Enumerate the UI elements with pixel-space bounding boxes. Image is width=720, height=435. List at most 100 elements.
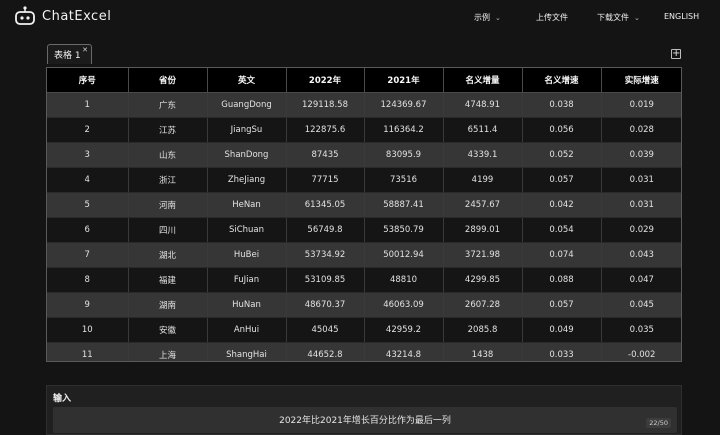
language-switch[interactable]: ENGLISH [664,12,699,21]
table-cell[interactable]: 0.057 [522,167,602,193]
table-cell[interactable]: 45045 [286,317,365,343]
table-cell[interactable]: 53109.85 [286,267,365,293]
table-cell[interactable]: 4339.1 [443,142,523,168]
table-cell[interactable]: 0.039 [601,142,681,168]
table-cell[interactable]: 福建 [128,267,208,293]
table-cell[interactable]: 122875.6 [286,117,365,143]
table-cell[interactable]: 4199 [443,167,523,193]
table-cell[interactable]: 湖南 [128,292,208,318]
prompt-input[interactable]: 2022年比2021年增长百分比作为最后一列 22/50 [53,407,677,433]
table-cell[interactable]: 9 [47,292,129,318]
table-cell[interactable]: 77715 [286,167,365,193]
table-cell[interactable]: 0.088 [522,267,602,293]
table-cell[interactable]: 4299.85 [443,267,523,293]
table-cell[interactable]: HuNan [207,292,287,318]
table-cell[interactable]: 湖北 [128,242,208,268]
table-cell[interactable]: AnHui [207,317,287,343]
table-cell[interactable]: 46063.09 [364,292,444,318]
table-cell[interactable]: 0.031 [601,167,681,193]
table-cell[interactable]: 1438 [443,342,523,361]
table-cell[interactable]: 安徽 [128,317,208,343]
table-cell[interactable]: 4 [47,167,129,193]
table-cell[interactable]: 56749.8 [286,217,365,243]
table-cell[interactable]: 山东 [128,142,208,168]
table-cell[interactable]: 10 [47,317,129,343]
table-cell[interactable]: 2899.01 [443,217,523,243]
column-header[interactable]: 2021年 [364,68,444,93]
table-cell[interactable]: 0.033 [522,342,602,361]
table-cell[interactable]: 129118.58 [286,92,365,118]
table-cell[interactable]: 广东 [128,92,208,118]
table-cell[interactable]: 0.047 [601,267,681,293]
add-tab-icon[interactable]: + [671,49,681,59]
table-cell[interactable]: 5 [47,192,129,218]
table-cell[interactable]: FuJian [207,267,287,293]
table-cell[interactable]: 0.049 [522,317,602,343]
table-cell[interactable]: 83095.9 [364,142,444,168]
table-cell[interactable]: ShangHai [207,342,287,361]
table-cell[interactable]: 87435 [286,142,365,168]
table-cell[interactable]: 0.031 [601,192,681,218]
table-cell[interactable]: ZheJiang [207,167,287,193]
table-cell[interactable]: 58887.41 [364,192,444,218]
table-cell[interactable]: 四川 [128,217,208,243]
table-cell[interactable]: 8 [47,267,129,293]
table-cell[interactable]: 0.038 [522,92,602,118]
table-cell[interactable]: 江苏 [128,117,208,143]
table-cell[interactable]: 3721.98 [443,242,523,268]
table-cell[interactable]: 73516 [364,167,444,193]
table-cell[interactable]: 61345.05 [286,192,365,218]
table-cell[interactable]: 3 [47,142,129,168]
nav-download-menu[interactable]: 下载文件 ⌄ [597,12,640,23]
table-cell[interactable]: 43214.8 [364,342,444,361]
column-header[interactable]: 省份 [128,68,208,93]
table-cell[interactable]: 0.019 [601,92,681,118]
table-cell[interactable]: GuangDong [207,92,287,118]
nav-example-menu[interactable]: 示例 ⌄ [474,12,501,23]
table-cell[interactable]: 0.052 [522,142,602,168]
close-icon[interactable]: ✕ [82,46,88,54]
column-header[interactable]: 2022年 [286,68,365,93]
table-cell[interactable]: 6 [47,217,129,243]
table-cell[interactable]: 0.035 [601,317,681,343]
table-cell[interactable]: 1 [47,92,129,118]
table-cell[interactable]: 50012.94 [364,242,444,268]
table-cell[interactable]: 7 [47,242,129,268]
table-cell[interactable]: -0.002 [601,342,681,361]
table-cell[interactable]: 上海 [128,342,208,361]
column-header[interactable]: 名义增量 [443,68,523,93]
table-cell[interactable]: 42959.2 [364,317,444,343]
table-cell[interactable]: JiangSu [207,117,287,143]
table-cell[interactable]: 0.029 [601,217,681,243]
table-cell[interactable]: 2085.8 [443,317,523,343]
table-cell[interactable]: ShanDong [207,142,287,168]
table-cell[interactable]: 0.028 [601,117,681,143]
table-cell[interactable]: 0.057 [522,292,602,318]
table-cell[interactable]: 116364.2 [364,117,444,143]
column-header[interactable]: 实际增速 [601,68,681,93]
table-cell[interactable]: 11 [47,342,129,361]
table-cell[interactable]: 河南 [128,192,208,218]
nav-upload-file[interactable]: 上传文件 [536,12,568,23]
table-cell[interactable]: 浙江 [128,167,208,193]
table-cell[interactable]: 48670.37 [286,292,365,318]
table-cell[interactable]: 0.056 [522,117,602,143]
table-cell[interactable]: 0.074 [522,242,602,268]
table-cell[interactable]: HuBei [207,242,287,268]
column-header[interactable]: 英文 [207,68,287,93]
column-header[interactable]: 序号 [47,68,129,93]
table-cell[interactable]: SiChuan [207,217,287,243]
table-cell[interactable]: 44652.8 [286,342,365,361]
column-header[interactable]: 名义增速 [522,68,602,93]
table-cell[interactable]: 48810 [364,267,444,293]
app-logo[interactable]: ChatExcel [14,6,111,26]
table-cell[interactable]: 53850.79 [364,217,444,243]
table-cell[interactable]: 6511.4 [443,117,523,143]
table-cell[interactable]: 0.042 [522,192,602,218]
table-cell[interactable]: 53734.92 [286,242,365,268]
table-cell[interactable]: 0.043 [601,242,681,268]
table-cell[interactable]: 2607.28 [443,292,523,318]
table-cell[interactable]: 124369.67 [364,92,444,118]
table-cell[interactable]: 0.045 [601,292,681,318]
tab-table-1[interactable]: 表格 1 ✕ [47,44,92,64]
